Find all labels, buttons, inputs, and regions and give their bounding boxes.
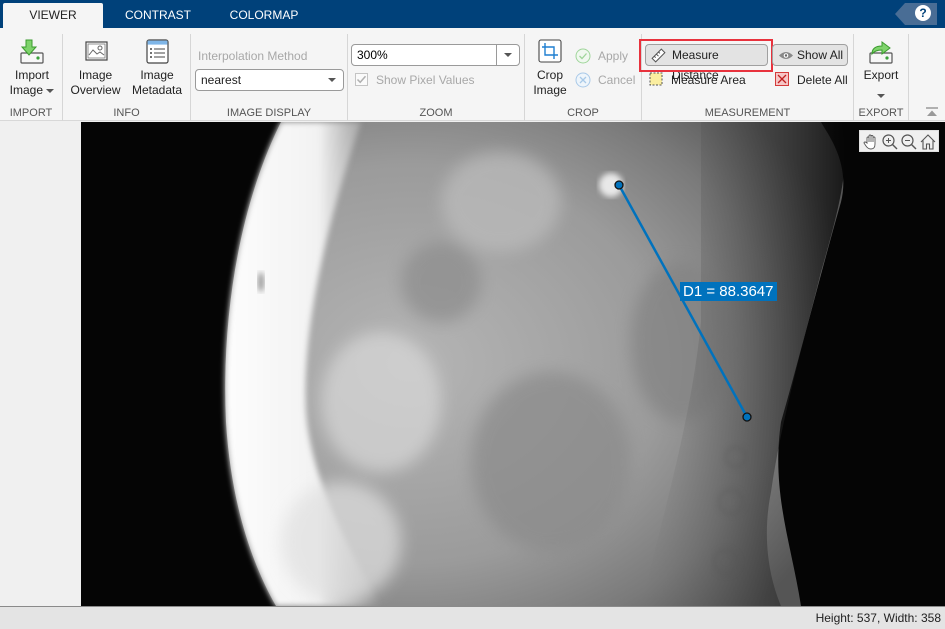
zoom-in-icon[interactable] (881, 133, 899, 151)
distance-endpoint-end[interactable] (742, 412, 752, 422)
image-display-section-label: IMAGE DISPLAY (226, 107, 312, 119)
zoom-value[interactable]: 300% (352, 45, 497, 65)
import-image-label-1: Import (14, 68, 49, 82)
chevron-down-icon (328, 78, 336, 82)
pan-icon[interactable] (862, 133, 880, 151)
section-info: Image Overview Image Metadata INFO (63, 34, 191, 121)
interpolation-method-label: Interpolation Method (198, 49, 308, 63)
distance-line[interactable] (617, 184, 749, 418)
axes-toolbar (859, 130, 939, 152)
section-image-display: Interpolation Method nearest IMAGE DISPL… (191, 34, 348, 121)
export-section-label: EXPORT (858, 107, 904, 119)
zoom-combobox[interactable]: 300% (351, 44, 520, 66)
crop-icon (538, 39, 562, 63)
show-all-label: Show All (797, 48, 844, 62)
toolstrip: Import Image IMPORT Image Overview Image… (0, 28, 945, 121)
checkmark-icon (356, 75, 367, 84)
image-metadata-icon (146, 39, 169, 64)
zoom-dropdown-button[interactable] (497, 45, 519, 65)
distance-measurement[interactable] (81, 122, 945, 606)
image-overview-label-1: Image (78, 68, 113, 82)
interpolation-value: nearest (201, 73, 242, 87)
show-pixel-values-label: Show Pixel Values (376, 73, 475, 87)
cancel-x-icon (575, 72, 591, 88)
distance-endpoint-start[interactable] (614, 180, 624, 190)
import-image-button[interactable]: Import Image (6, 38, 58, 98)
section-export: Export EXPORT (854, 34, 909, 121)
delete-all-button[interactable]: Delete All (797, 73, 848, 87)
image-metadata-button[interactable]: Image Metadata (128, 38, 186, 98)
left-panel (0, 122, 81, 606)
export-icon (869, 41, 893, 64)
measure-area-icon (649, 72, 663, 86)
show-all-button[interactable]: Show All (772, 44, 848, 66)
highlight-annotation (639, 39, 773, 72)
interpolation-method-dropdown[interactable]: nearest (195, 69, 344, 91)
image-metadata-label-2: Metadata (131, 83, 183, 97)
tab-contrast[interactable]: CONTRAST (108, 3, 208, 28)
image-overview-label-2: Overview (70, 83, 121, 97)
show-pixel-values-checkbox[interactable] (355, 73, 368, 86)
tab-viewer[interactable]: VIEWER (3, 3, 103, 28)
import-icon (20, 39, 44, 64)
chevron-down-icon (877, 94, 885, 98)
image-overview-button[interactable]: Image Overview (68, 38, 123, 98)
image-overview-icon (84, 41, 108, 61)
section-zoom: 300% Show Pixel Values ZOOM (348, 34, 525, 121)
import-section-label: IMPORT (9, 107, 53, 119)
collapse-toolstrip-icon[interactable] (926, 107, 938, 117)
measure-area-button[interactable]: Measure Area (671, 73, 746, 87)
crop-section-label: CROP (567, 107, 599, 119)
distance-label: D1 = 88.3647 (680, 282, 777, 301)
chevron-down-icon (504, 53, 512, 57)
image-metadata-label-1: Image (140, 68, 174, 82)
cancel-button[interactable]: Cancel (598, 73, 635, 87)
image-dimensions-status: Height: 537, Width: 358 (815, 611, 941, 625)
status-bar: Height: 537, Width: 358 (0, 606, 945, 629)
chevron-down-icon (46, 88, 55, 93)
crop-image-label-2: Image (533, 83, 567, 97)
export-label: Export (863, 68, 899, 82)
zoom-section-label: ZOOM (419, 107, 453, 119)
zoom-out-icon[interactable] (900, 133, 918, 151)
apply-check-icon (575, 48, 591, 64)
home-icon[interactable] (919, 133, 937, 151)
image-viewer[interactable]: D1 = 88.3647 (81, 122, 945, 606)
section-import: Import Image IMPORT (0, 34, 63, 121)
crop-image-label-1: Crop (536, 68, 563, 82)
crop-image-button[interactable]: Crop Image (531, 38, 569, 98)
import-image-label-2: Image (6, 83, 58, 98)
info-section-label: INFO (113, 107, 140, 119)
tab-bar: VIEWER CONTRAST COLORMAP ? (0, 0, 945, 28)
section-measurement: Measure Distance Measure Area Show All D… (639, 34, 854, 121)
delete-all-icon (775, 72, 789, 86)
export-button[interactable]: Export (858, 38, 904, 102)
help-button[interactable]: ? (915, 5, 931, 21)
tab-colormap[interactable]: COLORMAP (214, 3, 314, 28)
section-crop: Crop Image Apply Cancel CROP (525, 34, 642, 121)
apply-button[interactable]: Apply (598, 49, 628, 63)
eye-icon (779, 52, 793, 59)
measurement-section-label: MEASUREMENT (704, 107, 791, 119)
